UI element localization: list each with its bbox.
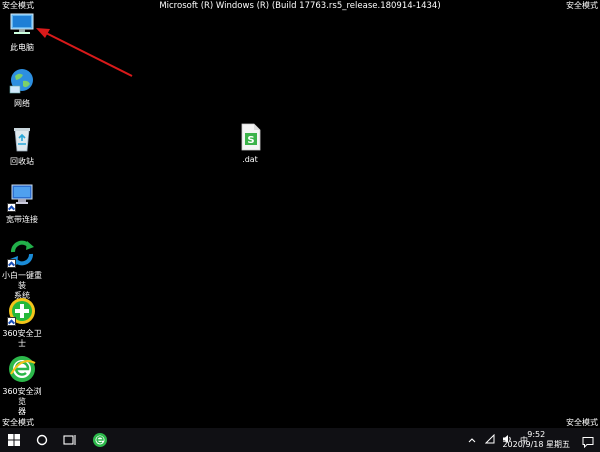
clock-time: 9:52: [527, 430, 546, 439]
taskbar-360-browser-button[interactable]: [86, 428, 114, 452]
windows-logo-icon: [8, 434, 20, 446]
task-view-button[interactable]: [56, 428, 84, 452]
start-button[interactable]: [0, 428, 28, 452]
annotation-arrow: [36, 28, 133, 77]
clock-date: 2020/9/18 星期五: [502, 440, 570, 449]
action-center-button[interactable]: [582, 433, 594, 452]
browser-e-icon: [93, 433, 107, 447]
network-tray-icon[interactable]: [484, 433, 495, 446]
chevron-up-icon[interactable]: [468, 436, 476, 445]
task-view-icon: [63, 435, 76, 445]
search-button[interactable]: [28, 428, 56, 452]
taskbar: 中 9:52 2020/9/18 星期五: [0, 428, 600, 452]
notification-icon: [582, 437, 594, 449]
clock[interactable]: 9:52 2020/9/18 星期五: [502, 430, 570, 450]
cortana-circle-icon: [36, 434, 48, 446]
